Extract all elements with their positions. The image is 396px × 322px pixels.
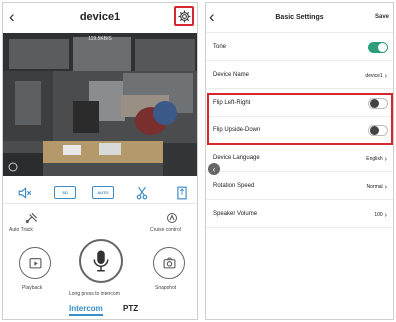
setting-row-speaker-volume[interactable]: Speaker Volume 100 › [206,202,393,228]
function-panel: Auto Track Cruise control Playback Long … [3,205,197,301]
setting-value: Normal › [366,183,387,191]
video-control-bar: SD AUTO [3,180,197,204]
device-language-value: English [366,156,383,162]
fullscreen-button[interactable] [173,185,191,200]
settings-header: ‹ Basic Settings Save [206,3,393,33]
resolution-button[interactable]: SD [53,185,77,200]
setting-row-rotation-speed[interactable]: Rotation Speed Normal › [206,174,393,200]
scissors-button[interactable] [133,185,151,200]
tab-intercom[interactable]: Intercom [69,304,103,316]
settings-button[interactable] [174,6,194,26]
cruise-icon [167,213,177,223]
save-button[interactable]: Save [375,14,389,20]
satellite-icon [25,212,38,223]
playback-label: Playback [22,285,43,291]
resolution-label: SD [54,186,76,199]
setting-label: Device Language [213,155,260,161]
bottom-tabs: Intercom PTZ [3,303,197,319]
snapshot-button[interactable] [153,247,185,279]
auto-button[interactable]: AUTO [91,185,115,200]
fullscreen-icon [177,186,187,199]
speaker-volume-value: 100 [374,212,383,218]
scissors-icon [136,186,148,199]
speaker-mute-icon [18,186,32,199]
chevron-right-icon: › [384,184,387,191]
auto-track-label: Auto Track [9,227,33,233]
bitrate-readout: 119.5KB/S [88,36,112,42]
setting-value: English › [366,155,387,163]
setting-row-device-language[interactable]: Device Language English › [206,146,393,172]
microphone-icon [93,250,109,272]
gear-icon [177,9,191,23]
camera-scene-image [3,33,197,176]
auto-label: AUTO [92,186,114,199]
cruise-control-label: Cruise control [150,227,181,233]
setting-row-tone: Tone [206,35,393,61]
tone-toggle[interactable] [368,42,388,53]
chevron-right-icon: › [384,156,387,163]
chevron-right-icon: › [384,73,387,80]
playback-button[interactable] [19,247,51,279]
setting-value: device1 › [365,72,387,80]
device-name-value: device1 [365,73,383,79]
setting-label: Device Name [213,72,250,78]
mute-button[interactable] [15,185,35,200]
setting-value: 100 › [374,211,387,219]
snapshot-label: Snapshot [155,285,177,291]
live-view-screen: ‹ device1 119.5KB/S SD AUTO Auto Track C… [2,2,198,320]
intercom-hint: Long press to intercom [69,291,120,297]
tab-ptz[interactable]: PTZ [123,304,138,313]
floating-back-handle[interactable]: ‹ [208,163,220,175]
basic-settings-screen: ‹ Basic Settings Save Tone Device Name d… [205,2,394,320]
device-title: device1 [79,11,121,23]
flip-settings-highlight [207,93,393,145]
live-view-header: ‹ device1 [3,3,197,33]
setting-label: Speaker Volume [213,211,258,217]
camera-icon [163,257,175,269]
camera-video-feed[interactable]: 119.5KB/S [3,33,197,176]
playback-icon [29,258,41,269]
intercom-button[interactable] [79,239,123,283]
setting-row-device-name[interactable]: Device Name device1 › [206,63,393,89]
setting-label: Rotation Speed [213,183,255,189]
page-title: Basic Settings [275,14,324,21]
setting-label: Tone [213,44,227,50]
chevron-right-icon: › [384,212,387,219]
rotation-speed-value: Normal [366,184,383,190]
